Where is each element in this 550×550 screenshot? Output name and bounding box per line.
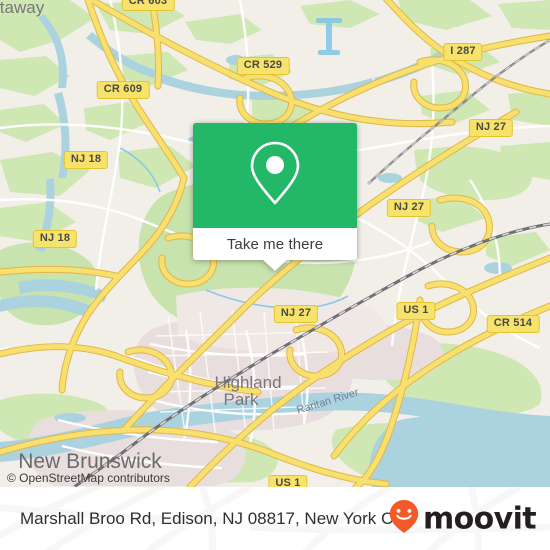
- callout-footer[interactable]: Take me there: [193, 228, 357, 271]
- location-callout[interactable]: Take me there: [193, 123, 357, 271]
- route-shield: NJ 27: [386, 199, 432, 217]
- route-shield: NJ 18: [63, 151, 109, 169]
- osm-attribution[interactable]: © OpenStreetMap contributors: [7, 471, 170, 485]
- callout-header: [193, 123, 357, 228]
- route-shield: NJ 18: [32, 230, 78, 248]
- route-shield: NJ 27: [273, 305, 319, 323]
- map-screenshot: taway Highland Park New Brunswick Raritan R…: [0, 0, 550, 550]
- bottom-bar: Marshall Broo Rd, Edison, NJ 08817, New …: [0, 487, 550, 550]
- moovit-wordmark: moovit: [422, 501, 537, 536]
- moovit-brand[interactable]: moovit: [388, 498, 537, 539]
- route-shield: CR 603: [121, 0, 175, 11]
- route-shield: CR 529: [236, 57, 290, 75]
- route-shield: I 287: [443, 43, 483, 61]
- callout-tail: [263, 260, 287, 271]
- location-title: Marshall Broo Rd, Edison, NJ 08817, New …: [20, 508, 411, 528]
- route-shield: CR 514: [486, 315, 540, 333]
- take-me-there-label: Take me there: [226, 235, 324, 253]
- route-shield: US 1: [268, 475, 308, 487]
- route-shield: CR 609: [96, 81, 150, 99]
- map-pin-icon: [246, 138, 304, 213]
- route-shield: US 1: [396, 302, 436, 320]
- route-shield: NJ 27: [468, 119, 514, 137]
- moovit-pin-smiley-icon: [388, 498, 420, 539]
- map-canvas[interactable]: taway Highland Park New Brunswick Raritan R…: [0, 0, 550, 487]
